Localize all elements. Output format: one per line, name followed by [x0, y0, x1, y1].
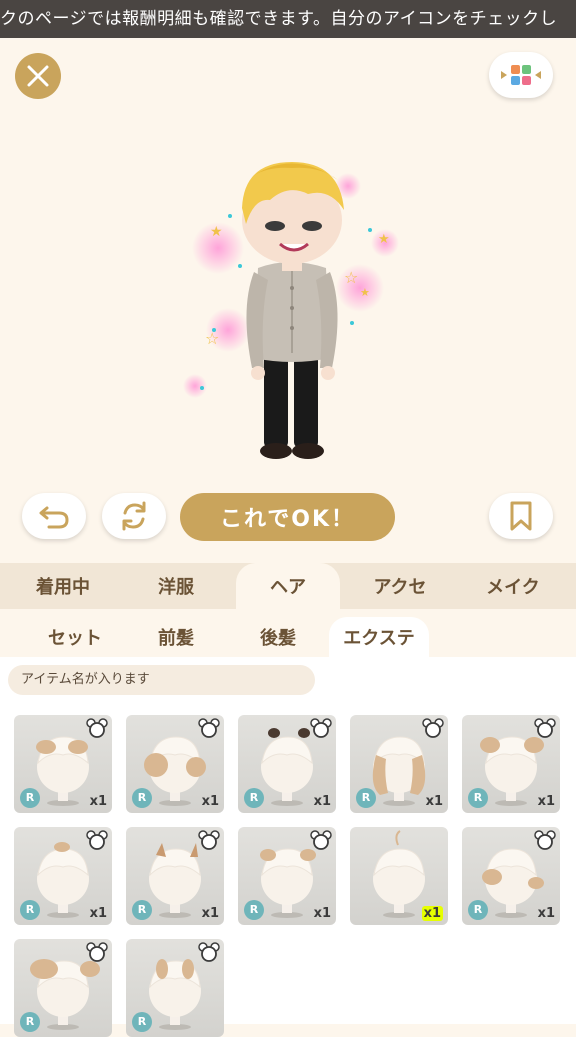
avatar-figure: ★ ☆ ★ ☆ ★ — [183, 162, 399, 459]
bear-icon — [86, 718, 108, 738]
item-quantity: x1 — [421, 906, 443, 921]
item-tile[interactable]: Rx1 — [126, 715, 224, 813]
bookmark-icon — [510, 501, 532, 531]
item-tile[interactable]: Rx1 — [238, 715, 336, 813]
bear-icon — [534, 830, 556, 850]
rarity-badge: R — [468, 900, 488, 920]
layout-switch-button[interactable] — [489, 52, 553, 98]
rarity-badge: R — [244, 788, 264, 808]
rarity-badge: R — [132, 788, 152, 808]
layout-grid-icon — [501, 65, 541, 85]
subtab-bangs[interactable]: 前髪 — [126, 617, 226, 657]
rarity-badge: R — [132, 1012, 152, 1032]
item-quantity: x1 — [201, 906, 219, 921]
item-tile[interactable]: Rx1 — [462, 827, 560, 925]
item-quantity: x1 — [89, 794, 107, 809]
tab-clothes[interactable]: 洋服 — [124, 563, 228, 609]
subtab-set[interactable]: セット — [25, 617, 125, 657]
ticker-text: クのページでは報酬明細も確認できます。自分のアイコンをチェックし — [0, 9, 558, 29]
item-tile[interactable]: Rx1 — [350, 715, 448, 813]
close-button[interactable] — [15, 53, 61, 99]
bear-icon — [86, 942, 108, 962]
item-tile[interactable]: R — [126, 939, 224, 1037]
item-quantity: x1 — [425, 794, 443, 809]
tab-makeup[interactable]: メイク — [461, 563, 565, 609]
subtab-back-hair[interactable]: 後髪 — [228, 617, 328, 657]
rarity-badge: R — [244, 900, 264, 920]
svg-text:★: ★ — [210, 224, 223, 240]
item-tile[interactable]: Rx1 — [14, 715, 112, 813]
item-quantity: x1 — [89, 906, 107, 921]
tab-hair[interactable]: ヘア — [236, 563, 340, 609]
item-tile[interactable]: x1 — [350, 827, 448, 925]
item-tile[interactable]: Rx1 — [462, 715, 560, 813]
item-tile[interactable]: Rx1 — [238, 827, 336, 925]
rarity-badge: R — [20, 788, 40, 808]
announcement-ticker: クのページでは報酬明細も確認できます。自分のアイコンをチェックし — [0, 0, 576, 38]
item-tile[interactable]: R — [14, 939, 112, 1037]
bear-icon — [198, 942, 220, 962]
bookmark-button[interactable] — [489, 493, 553, 539]
undo-icon — [39, 506, 69, 529]
item-quantity: x1 — [313, 906, 331, 921]
rarity-badge: R — [468, 788, 488, 808]
close-icon — [27, 65, 49, 87]
undo-button[interactable] — [22, 493, 86, 539]
rarity-badge: R — [20, 900, 40, 920]
item-quantity: x1 — [201, 794, 219, 809]
rarity-badge: R — [132, 900, 152, 920]
rarity-badge: R — [20, 1012, 40, 1032]
svg-text:☆: ☆ — [205, 329, 219, 348]
confirm-button[interactable]: これでOK！ — [180, 493, 395, 541]
item-quantity: x1 — [537, 794, 555, 809]
bear-icon — [534, 718, 556, 738]
hair-subtabs: セット 前髪 後髪 エクステ — [0, 609, 576, 657]
bear-icon — [198, 718, 220, 738]
item-panel: アイテム名が入ります Rx1 Rx1 Rx1 Rx1 Rx1 Rx1 Rx1 Rx1 x1 Rx1… — [0, 657, 576, 1037]
category-tabs: 着用中 洋服 ヘア アクセ メイク — [0, 563, 576, 609]
refresh-button[interactable] — [102, 493, 166, 539]
svg-text:☆: ☆ — [344, 268, 358, 287]
bear-icon — [310, 830, 332, 850]
avatar-stage: ★ ☆ ★ ☆ ★ これでOK！ — [0, 38, 576, 563]
refresh-icon — [122, 501, 146, 531]
bear-icon — [422, 718, 444, 738]
svg-text:★: ★ — [378, 232, 390, 247]
item-name-field: アイテム名が入ります — [8, 665, 315, 695]
item-quantity: x1 — [313, 794, 331, 809]
item-tile[interactable]: Rx1 — [14, 827, 112, 925]
bear-icon — [198, 830, 220, 850]
tab-wearing[interactable]: 着用中 — [11, 563, 115, 609]
rarity-badge: R — [356, 788, 376, 808]
bear-icon — [310, 718, 332, 738]
svg-text:★: ★ — [360, 286, 370, 299]
item-quantity: x1 — [537, 906, 555, 921]
subtab-extensions[interactable]: エクステ — [329, 617, 429, 657]
bear-icon — [86, 830, 108, 850]
item-tile[interactable]: Rx1 — [126, 827, 224, 925]
tab-accessories[interactable]: アクセ — [348, 563, 452, 609]
